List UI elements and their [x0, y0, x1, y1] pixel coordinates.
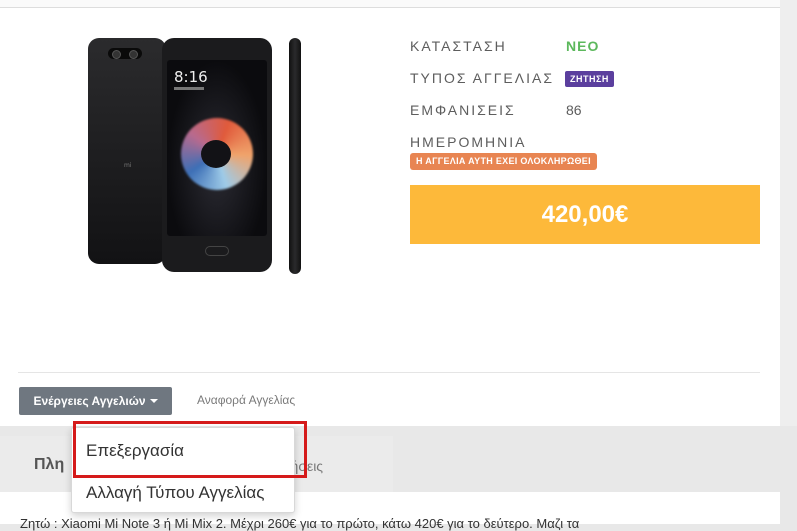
- phone-side-view: [289, 38, 301, 274]
- date-label: ΗΜΕΡΟΜΗΝΙΑ: [410, 134, 527, 150]
- listing-type-label: ΤΥΠΟΣ ΑΓΓΕΛΙΑΣ: [410, 70, 554, 86]
- phone-screen: 8:16: [167, 60, 267, 236]
- listing-actions-button[interactable]: Ενέργειες Αγγελιών: [19, 387, 172, 415]
- mi-logo: mi: [124, 162, 132, 169]
- phone-front-view: 8:16: [162, 38, 272, 272]
- tab-details-label: Πλη: [34, 456, 65, 473]
- page-gutter: [780, 0, 797, 426]
- phone-date-line: [174, 87, 204, 90]
- top-border: [0, 0, 780, 8]
- menu-item-change-type[interactable]: Αλλαγή Τύπου Αγγελίας: [86, 483, 264, 503]
- report-listing-link[interactable]: Αναφορά Αγγελίας: [197, 393, 295, 407]
- phone-back-view: mi: [88, 38, 166, 264]
- home-button-icon: [205, 246, 229, 256]
- price-box: 420,00€: [410, 185, 760, 244]
- completed-badge: Η ΑΓΓΕΛΙΑ ΑΥΤΗ ΕΧΕΙ ΟΛΟΚΛΗΡΩΘΕΙ: [410, 153, 597, 170]
- views-label: ΕΜΦΑΝΙΣΕΙΣ: [410, 102, 516, 118]
- condition-value: ΝΕΟ: [566, 38, 600, 54]
- phone-clock: 8:16: [174, 68, 208, 86]
- wallpaper-center: [201, 140, 231, 168]
- caret-down-icon: [149, 399, 158, 403]
- product-image[interactable]: mi 8:16: [85, 30, 305, 275]
- listing-type-badge: ΖΗΤΗΣΗ: [565, 71, 614, 87]
- divider: [18, 372, 760, 373]
- listing-actions-label: Ενέργειες Αγγελιών: [33, 394, 146, 408]
- camera-module-icon: [108, 48, 142, 59]
- views-value: 86: [566, 102, 582, 118]
- condition-label: ΚΑΤΑΣΤΑΣΗ: [410, 38, 507, 54]
- highlight-annotation: [73, 421, 307, 478]
